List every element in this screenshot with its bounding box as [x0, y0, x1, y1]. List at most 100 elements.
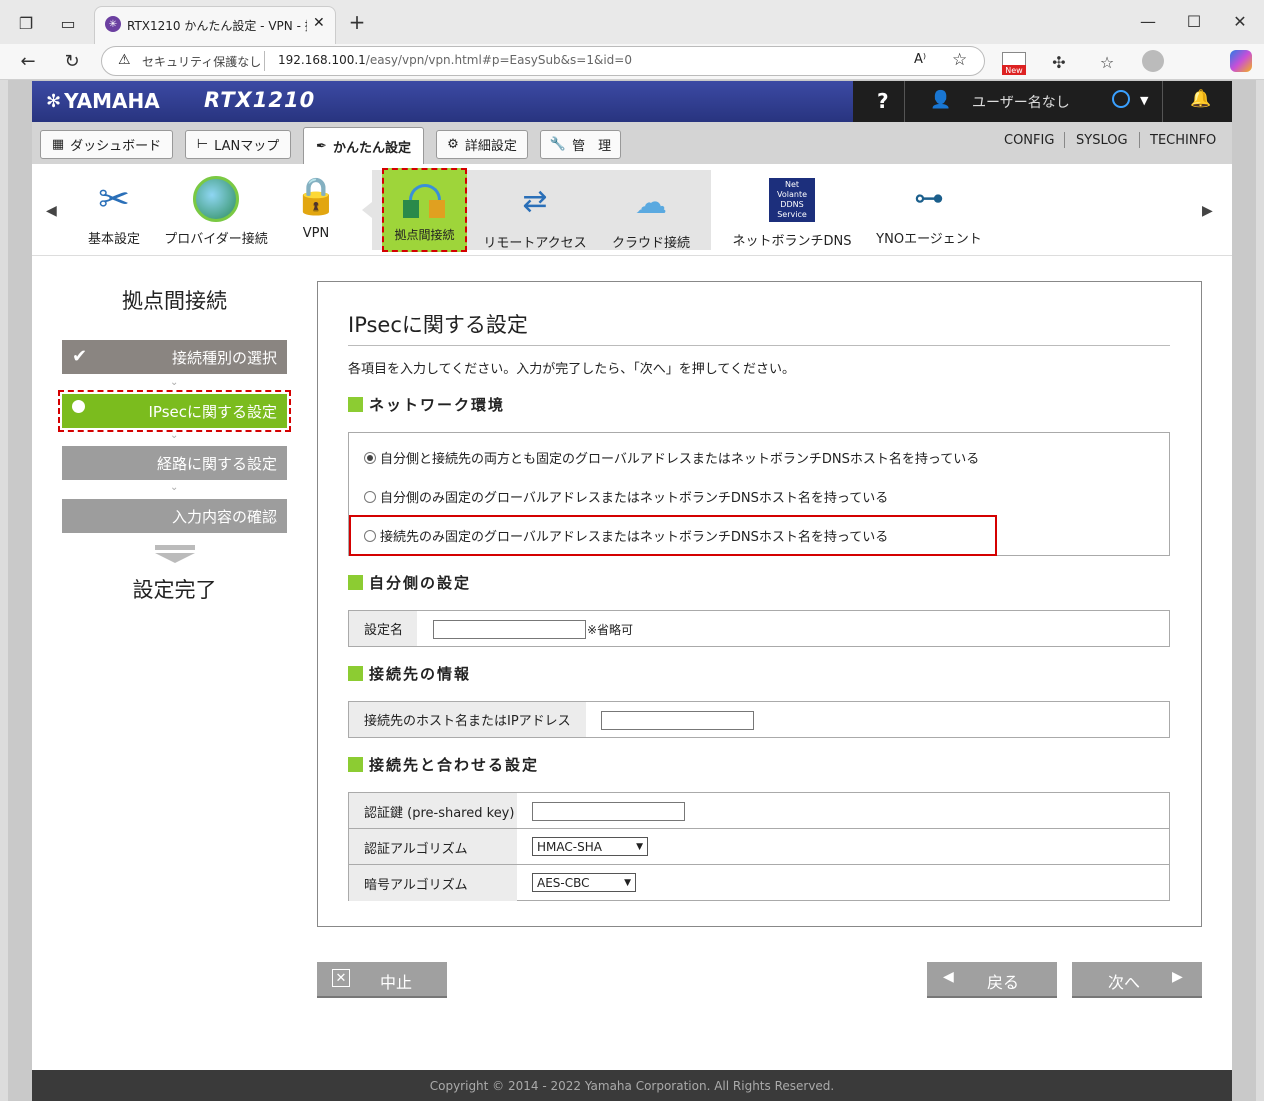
- done-bar: [155, 545, 195, 550]
- remote-access-icon: ⇄: [522, 184, 548, 219]
- read-aloud-icon[interactable]: A⁾: [914, 52, 926, 67]
- select-value: AES-CBC: [537, 875, 590, 890]
- menu-site-to-site[interactable]: 拠点間接続: [382, 168, 467, 252]
- favicon-icon: ✳: [105, 16, 121, 32]
- header-divider: [904, 81, 905, 122]
- step-chevron-icon: ⌄: [170, 482, 179, 493]
- tab-manage[interactable]: 🔧 管 理: [540, 130, 621, 159]
- radio-peer-fixed[interactable]: 接続先のみ固定のグローバルアドレスまたはネットボランチDNSホスト名を持っている: [364, 526, 888, 545]
- auth-algorithm-label: 認証アルゴリズム: [349, 829, 517, 865]
- section-title: 接続先の情報: [369, 665, 472, 683]
- section-title: ネットワーク環境: [369, 396, 506, 414]
- menu-remote-access[interactable]: ⇄ リモートアクセス: [480, 180, 590, 251]
- new-extension-icon[interactable]: New: [1002, 52, 1026, 75]
- radio-self-fixed[interactable]: 自分側のみ固定のグローバルアドレスまたはネットボランチDNSホスト名を持っている: [364, 487, 888, 506]
- next-button[interactable]: 次へ ▶: [1072, 962, 1202, 996]
- user-icon: 👤: [930, 90, 952, 110]
- user-name[interactable]: ユーザー名なし: [972, 92, 1070, 112]
- step-3: 経路に関する設定: [62, 446, 287, 480]
- tab-label: かんたん設定: [332, 140, 411, 156]
- tab-label: LANマップ: [214, 139, 280, 154]
- brand-name: YAMAHA: [64, 89, 160, 113]
- section-marker: [348, 397, 363, 412]
- menu-basic-settings[interactable]: ✂ 基本設定: [80, 176, 148, 247]
- extensions-icon[interactable]: ✣: [1048, 52, 1070, 72]
- address-divider: [264, 51, 265, 71]
- menu-netvolante-dns[interactable]: Net Volante DDNS Service ネットボランチDNS: [730, 178, 854, 249]
- optional-note: ※省略可: [587, 623, 634, 637]
- minimize-icon[interactable]: —: [1136, 10, 1160, 32]
- encryption-algorithm-select[interactable]: AES-CBC ▼: [532, 873, 636, 892]
- tab-easy-setup[interactable]: ✒ かんたん設定: [303, 127, 424, 164]
- chevron-down-icon: ▼: [624, 877, 631, 888]
- peer-host-label: 接続先のホスト名またはIPアドレス: [349, 702, 586, 737]
- scroll-right-icon[interactable]: ▶: [1202, 203, 1213, 219]
- radio-button[interactable]: [364, 529, 376, 542]
- copilot-icon[interactable]: [1230, 50, 1252, 72]
- maximize-icon[interactable]: ☐: [1182, 10, 1206, 32]
- url-path: /easy/vpn/vpn.html#p=EasySub&s=1&id=0: [365, 53, 632, 67]
- section-marker: [348, 666, 363, 681]
- scroll-left-icon[interactable]: ◀: [46, 203, 57, 219]
- menu-label: 基本設定: [87, 232, 140, 247]
- model-name: RTX1210: [204, 88, 316, 112]
- tab-title: RTX1210 かんたん設定 - VPN - 拠点: [127, 19, 307, 33]
- radio-button[interactable]: [364, 490, 376, 503]
- link-divider: [1064, 132, 1065, 148]
- browser-tab-active[interactable]: ✳ RTX1210 かんたん設定 - VPN - 拠点 ✕: [94, 6, 336, 44]
- menu-vpn[interactable]: 🔒 VPN: [286, 174, 346, 241]
- back-arrow-icon[interactable]: ←: [16, 50, 40, 72]
- address-bar[interactable]: ⚠ セキュリティ保護なし 192.168.100.1/easy/vpn/vpn.…: [101, 46, 985, 76]
- favorite-star-icon[interactable]: ☆: [952, 50, 967, 70]
- step-4: 入力内容の確認: [62, 499, 287, 533]
- psk-input[interactable]: [532, 802, 685, 821]
- menu-yno-agent[interactable]: ⊶ YNOエージェント: [872, 176, 986, 247]
- tab-advanced[interactable]: ⚙ 詳細設定: [436, 130, 528, 159]
- tab-actions-icon[interactable]: ▭: [56, 12, 80, 34]
- url-text[interactable]: 192.168.100.1/easy/vpn/vpn.html#p=EasySu…: [278, 53, 632, 67]
- ddns-icon: Net Volante DDNS Service: [769, 178, 815, 222]
- cancel-button[interactable]: ✕ 中止: [317, 962, 447, 996]
- back-button[interactable]: ◀ 戻る: [927, 962, 1057, 996]
- new-tab-icon[interactable]: +: [346, 10, 368, 34]
- wand-icon: ✒: [316, 138, 327, 154]
- favorites-icon[interactable]: ☆: [1096, 52, 1118, 72]
- menu-provider[interactable]: プロバイダー接続: [160, 176, 272, 247]
- auth-algorithm-select[interactable]: HMAC-SHA ▼: [532, 837, 648, 856]
- workspaces-icon[interactable]: ❐: [14, 12, 38, 34]
- peer-info-table: 接続先のホスト名またはIPアドレス: [348, 701, 1170, 738]
- menu-label: VPN: [302, 226, 330, 241]
- peer-host-input[interactable]: [601, 711, 754, 730]
- profile-avatar[interactable]: [1142, 50, 1164, 72]
- tab-dashboard[interactable]: ▦ ダッシュボード: [40, 130, 173, 159]
- link-config[interactable]: CONFIG: [1004, 133, 1054, 148]
- chevron-down-icon[interactable]: ▼: [1140, 94, 1148, 107]
- name-label: 設定名: [349, 611, 417, 646]
- encryption-algorithm-label: 暗号アルゴリズム: [349, 865, 517, 901]
- close-tab-icon[interactable]: ✕: [313, 15, 325, 31]
- name-input[interactable]: [433, 620, 586, 639]
- link-syslog[interactable]: SYSLOG: [1076, 133, 1128, 148]
- section-marker: [348, 757, 363, 772]
- lock-icon: 🔒: [293, 176, 339, 217]
- close-window-icon[interactable]: ✕: [1228, 10, 1252, 32]
- link-techinfo[interactable]: TECHINFO: [1150, 133, 1216, 148]
- button-label: 戻る: [987, 973, 1020, 992]
- reload-icon[interactable]: ↻: [60, 50, 84, 72]
- section-match: 接続先と合わせる設定: [348, 754, 539, 775]
- tab-lanmap[interactable]: ⊢ LANマップ: [185, 130, 291, 159]
- status-ring-icon[interactable]: [1112, 90, 1130, 108]
- link-divider: [1139, 132, 1140, 148]
- menu-cloud[interactable]: ☁ クラウド接続: [608, 180, 694, 251]
- bell-icon[interactable]: 🔔: [1190, 89, 1211, 109]
- url-host: 192.168.100.1: [278, 53, 366, 67]
- step-label: IPsecに関する設定: [148, 402, 278, 421]
- section-marker: [348, 575, 363, 590]
- security-label[interactable]: セキュリティ保護なし: [142, 53, 261, 70]
- chevron-down-icon: ▼: [636, 841, 643, 852]
- step-2-current: IPsecに関する設定: [62, 394, 287, 428]
- radio-button-checked[interactable]: [364, 451, 376, 464]
- radio-both-fixed[interactable]: 自分側と接続先の両方とも固定のグローバルアドレスまたはネットボランチDNSホスト…: [364, 448, 979, 467]
- help-button[interactable]: ?: [877, 89, 889, 113]
- section-peer: 接続先の情報: [348, 663, 471, 684]
